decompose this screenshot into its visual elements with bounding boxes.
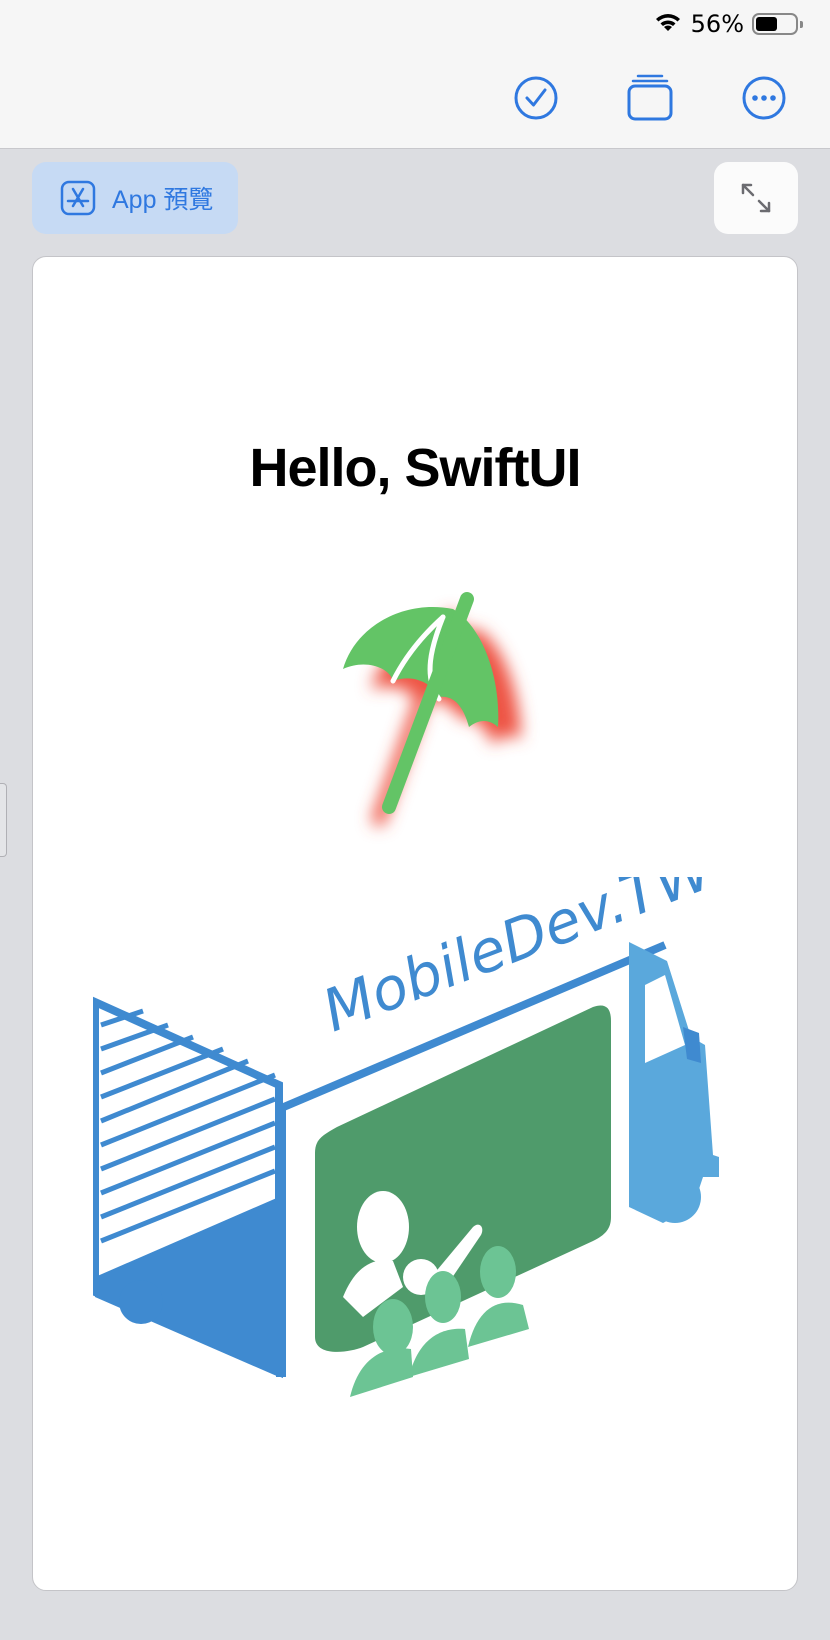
app-preview-label: App 預覽 bbox=[112, 186, 214, 214]
stacked-windows-icon bbox=[627, 74, 673, 121]
app-store-icon bbox=[60, 180, 96, 216]
battery-level-fill bbox=[756, 17, 777, 31]
status-bar: 56% bbox=[653, 8, 803, 40]
hello-title: Hello, SwiftUI bbox=[249, 438, 581, 498]
battery-icon bbox=[752, 13, 803, 35]
app-preview-button[interactable]: App 預覽 bbox=[32, 162, 238, 234]
mobiledev-truck-logo: MobileDev.TW bbox=[93, 877, 725, 1397]
more-options-button[interactable] bbox=[738, 72, 790, 124]
ellipsis-circle-icon bbox=[742, 76, 786, 120]
checkmark-circle-button[interactable] bbox=[510, 72, 562, 124]
battery-percentage: 56% bbox=[690, 10, 744, 38]
top-toolbar: 56% bbox=[0, 0, 830, 149]
beach-umbrella-icon bbox=[343, 592, 521, 826]
wifi-icon bbox=[653, 11, 683, 38]
preview-canvas: Hello, SwiftUI MobileDev.TW bbox=[32, 256, 798, 1591]
expand-arrows-icon bbox=[741, 183, 771, 213]
expand-button[interactable] bbox=[714, 162, 798, 234]
checkmark-circle-icon bbox=[514, 76, 558, 120]
side-panel-handle[interactable] bbox=[0, 783, 7, 857]
windows-button[interactable] bbox=[624, 72, 676, 124]
